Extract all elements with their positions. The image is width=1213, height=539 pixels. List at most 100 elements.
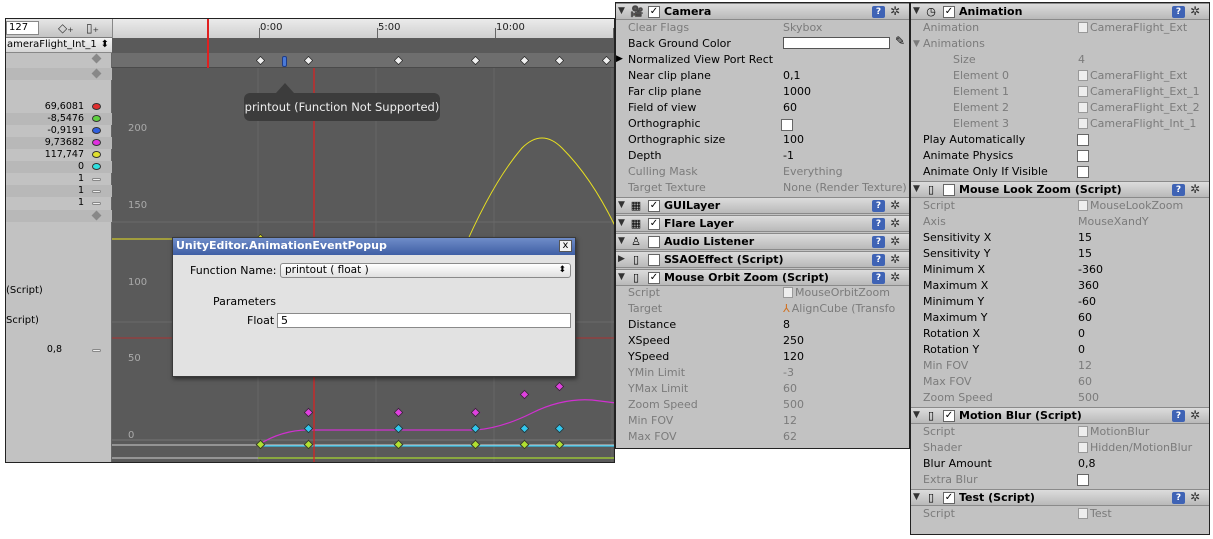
extra-blur-checkbox[interactable] <box>1077 474 1089 486</box>
animation-clip-field[interactable]: CameraFlight_Ext_2 <box>1078 100 1203 116</box>
test-header[interactable]: ▼ ▯ ✓ Test (Script) ? ✲ <box>911 489 1209 506</box>
gear-icon[interactable]: ✲ <box>1190 490 1200 505</box>
help-icon[interactable]: ? <box>872 254 885 266</box>
track-value[interactable]: 1 <box>78 185 84 197</box>
audio-listener-enabled-checkbox[interactable] <box>648 236 660 248</box>
track-value[interactable]: -8,5476 <box>47 113 84 125</box>
prop-value[interactable]: 0 <box>1078 342 1085 358</box>
track-row[interactable]: -8,5476 <box>6 113 112 125</box>
track-row[interactable]: 1 <box>6 173 112 185</box>
foldout-open-icon[interactable]: ▼ <box>913 36 920 52</box>
prop-value[interactable]: -1 <box>783 148 794 164</box>
prop-value[interactable]: 15 <box>1078 230 1092 246</box>
foldout-closed-icon[interactable]: ▶ <box>616 54 623 64</box>
prop-value[interactable]: 0 <box>1078 326 1085 342</box>
track-value[interactable]: 0 <box>78 161 84 173</box>
help-icon[interactable]: ? <box>872 218 885 230</box>
prop-value[interactable]: 100 <box>783 132 804 148</box>
help-icon[interactable]: ? <box>872 236 885 248</box>
background-color-swatch[interactable] <box>783 37 890 49</box>
prop-value[interactable]: 12 <box>1078 358 1092 374</box>
gear-icon[interactable]: ✲ <box>890 216 900 231</box>
track-value[interactable]: 9,73682 <box>45 137 84 149</box>
gear-icon[interactable]: ✲ <box>890 252 900 267</box>
track-value[interactable]: 69,6081 <box>45 101 84 113</box>
flare-layer-header[interactable]: ▼ ▦ ✓ Flare Layer ? ✲ <box>616 215 909 232</box>
animate-visible-checkbox[interactable] <box>1077 166 1089 178</box>
eyedropper-icon[interactable]: ✎ <box>895 34 905 48</box>
script-object-field[interactable]: MouseLookZoom <box>1078 198 1203 214</box>
track-row[interactable]: 0 <box>6 161 112 173</box>
axis-select[interactable]: MouseXandY <box>1078 214 1149 230</box>
curve-dash-icon[interactable] <box>92 178 101 181</box>
function-name-select[interactable]: printout ( float ) ⬍ <box>280 263 571 278</box>
curve-color-dot[interactable] <box>92 163 101 170</box>
clip-select[interactable]: ameraFlight_Int_1 ⬍ <box>6 38 112 53</box>
prop-value[interactable]: 60 <box>783 100 797 116</box>
camera-enabled-checkbox[interactable]: ✓ <box>648 6 660 18</box>
mouse-look-enabled-checkbox[interactable] <box>943 184 955 196</box>
track-value[interactable]: 1 <box>78 173 84 185</box>
help-icon[interactable]: ? <box>1172 184 1185 196</box>
track-row[interactable]: -0,9191 <box>6 125 112 137</box>
help-icon[interactable]: ? <box>872 272 885 284</box>
animations-row[interactable]: ▼ Animations <box>911 36 1209 52</box>
add-event-icon[interactable]: ▯₊ <box>86 21 99 35</box>
play-auto-checkbox[interactable] <box>1077 134 1089 146</box>
foldout-open-icon[interactable]: ▼ <box>913 490 920 505</box>
animation-clip-field[interactable]: CameraFlight_Int_1 <box>1078 116 1203 132</box>
guilayer-enabled-checkbox[interactable]: ✓ <box>648 200 660 212</box>
gear-icon[interactable]: ✲ <box>890 234 900 249</box>
foldout-open-icon[interactable]: ▼ <box>618 234 625 249</box>
float-input[interactable]: 5 <box>277 313 571 328</box>
curve-color-dot[interactable] <box>92 127 101 134</box>
foldout-open-icon[interactable]: ▼ <box>618 216 625 231</box>
foldout-open-icon[interactable]: ▼ <box>913 4 920 19</box>
gear-icon[interactable]: ✲ <box>1190 408 1200 423</box>
track-row[interactable]: 1 <box>6 185 112 197</box>
prop-value[interactable]: 500 <box>783 397 804 413</box>
audio-listener-header[interactable]: ▼ ♙ Audio Listener ? ✲ <box>616 233 909 250</box>
script-object-field[interactable]: MotionBlur <box>1078 424 1203 440</box>
animation-header[interactable]: ▼ ◷ ✓ Animation ? ✲ <box>911 3 1209 20</box>
prop-value[interactable]: Skybox <box>783 20 822 36</box>
ssao-header[interactable]: ▶ ▯ SSAOEffect (Script) ? ✲ <box>616 251 909 268</box>
shader-object-field[interactable]: Hidden/MotionBlur <box>1078 440 1203 456</box>
help-icon[interactable]: ? <box>872 6 885 18</box>
gear-icon[interactable]: ✲ <box>1190 4 1200 19</box>
track-row[interactable]: 117,747 <box>6 149 112 161</box>
script-object-field[interactable]: MouseOrbitZoom <box>783 285 907 301</box>
animation-clip-field[interactable]: CameraFlight_Ext <box>1078 20 1203 36</box>
close-button[interactable]: x <box>559 240 572 252</box>
orthographic-checkbox[interactable] <box>781 119 793 131</box>
prop-value[interactable]: 62 <box>783 429 797 445</box>
motion-blur-enabled-checkbox[interactable]: ✓ <box>943 410 955 422</box>
test-enabled-checkbox[interactable]: ✓ <box>943 492 955 504</box>
curve-dash-icon[interactable] <box>92 202 101 205</box>
track-row[interactable]: 1 <box>6 197 112 209</box>
prop-value[interactable]: -60 <box>1078 294 1096 310</box>
track-row[interactable]: 9,73682 <box>6 137 112 149</box>
foldout-open-icon[interactable]: ▼ <box>913 182 920 197</box>
flare-layer-enabled-checkbox[interactable]: ✓ <box>648 218 660 230</box>
prop-value[interactable]: 8 <box>783 317 790 333</box>
mouse-orbit-enabled-checkbox[interactable]: ✓ <box>648 272 660 284</box>
prop-value[interactable]: 0,1 <box>783 68 801 84</box>
time-ruler[interactable]: 0:00 5:00 10:00 <box>112 19 614 38</box>
prop-value[interactable]: 500 <box>1078 390 1099 406</box>
track-value[interactable]: 117,747 <box>45 149 84 161</box>
prop-value[interactable]: 12 <box>783 413 797 429</box>
help-icon[interactable]: ? <box>1172 410 1185 422</box>
foldout-open-icon[interactable]: ▼ <box>618 270 625 285</box>
foldout-open-icon[interactable]: ▼ <box>913 408 920 423</box>
gear-icon[interactable]: ✲ <box>890 198 900 213</box>
size-value[interactable]: 4 <box>1078 52 1085 68</box>
gear-icon[interactable]: ✲ <box>890 4 900 19</box>
curve-dash-icon[interactable] <box>92 190 101 193</box>
help-icon[interactable]: ? <box>1172 492 1185 504</box>
prop-value[interactable]: 60 <box>783 381 797 397</box>
prop-value[interactable]: 120 <box>783 349 804 365</box>
foldout-open-icon[interactable]: ▼ <box>618 4 625 19</box>
script-object-field[interactable]: Test <box>1078 506 1203 522</box>
prop-value[interactable]: 250 <box>783 333 804 349</box>
